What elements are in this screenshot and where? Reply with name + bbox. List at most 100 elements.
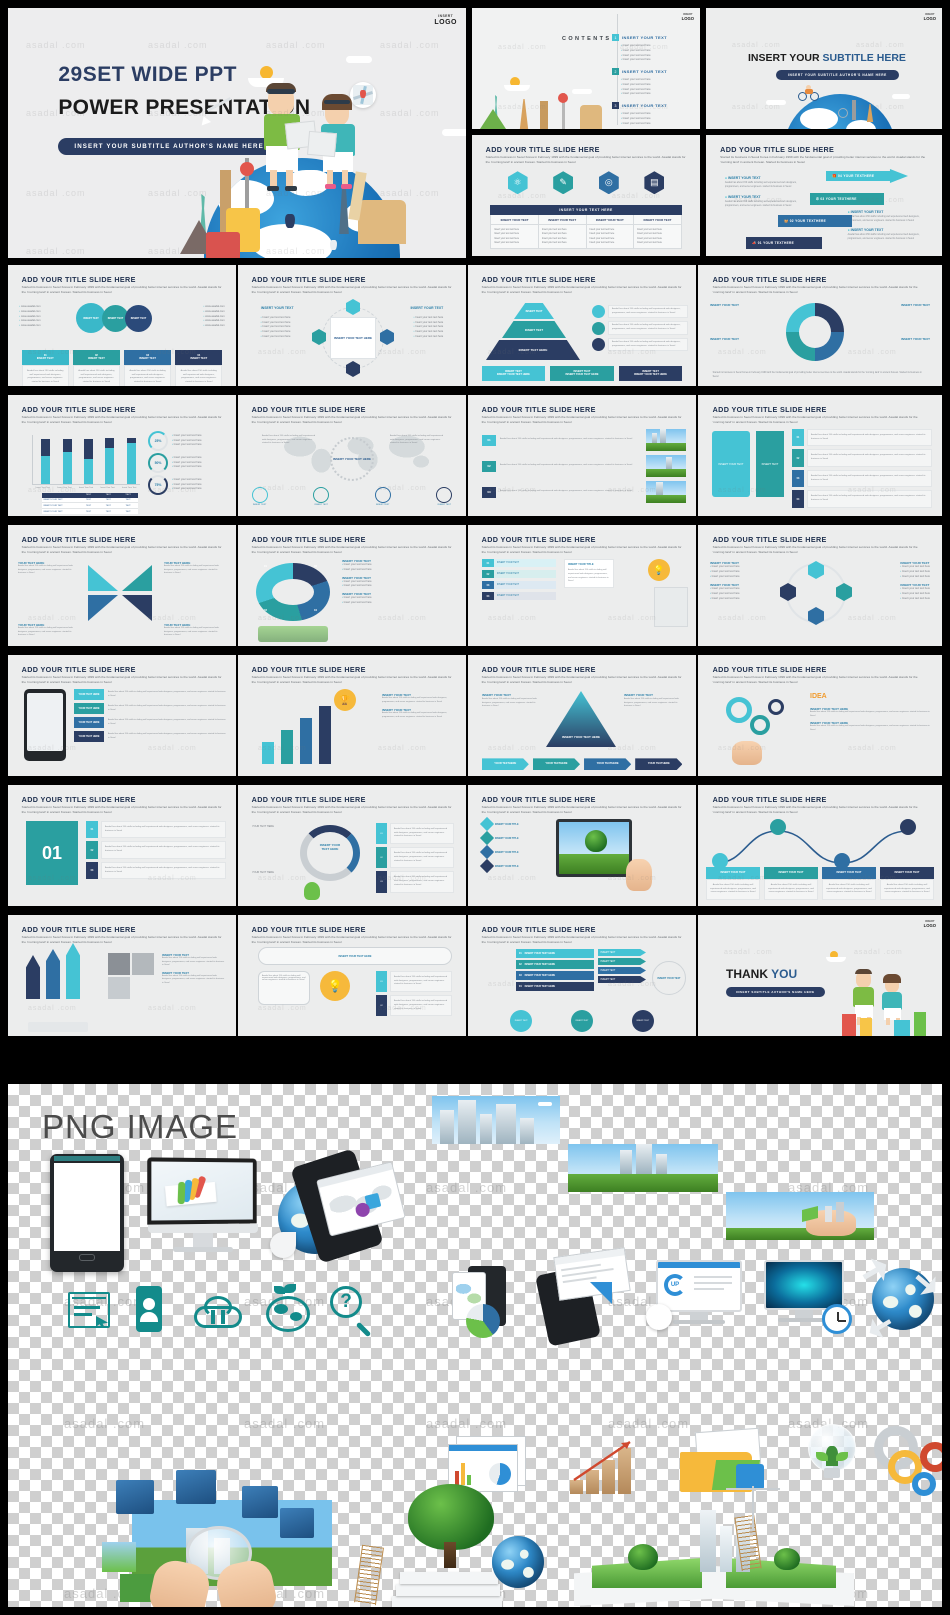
arrow-chip[interactable]: YOUR TEXTHERE (635, 758, 683, 770)
contents-section[interactable]: 2 INSERT YOUR TEXT Insert your text text… (612, 68, 694, 97)
bottom-card[interactable]: INSERT YOUR TEXT Asadal has about 150 sta… (706, 867, 760, 900)
layer-row[interactable]: 01 INSERT YOUR TEXT HERE (516, 949, 594, 958)
arrow-chip[interactable]: YOUR TEXTHERE (481, 758, 529, 770)
top-pill[interactable]: INSERT YOUR TEXT HERE (258, 947, 452, 965)
marker[interactable]: INSERT TEXT (313, 487, 330, 506)
contents-section[interactable]: 3 INSERT YOUR TEXT Insert your text text… (612, 102, 694, 126)
marker[interactable]: INSERT TEXT (436, 487, 453, 506)
big-number-block[interactable]: 01 (26, 821, 78, 885)
feature-row[interactable]: YOUR TEXT HERE Asadal has about 150 staff… (74, 689, 226, 700)
bottom-circle[interactable]: INSERT TEXT (631, 1010, 654, 1032)
flow-node-2[interactable] (770, 819, 786, 835)
slide-wheel-map[interactable]: asadal .com asadal .com ADD YOUR TITLE S… (238, 525, 466, 646)
x-quadrant-tl[interactable] (88, 565, 118, 591)
lock-circle[interactable]: INSERT TEXT (125, 305, 152, 332)
slide-bulb-steps[interactable]: asadal .com asadal .com ADD YOUR TITLE S… (238, 915, 466, 1036)
stair-row[interactable]: 03 Asadal has about 150 staffs including … (86, 861, 226, 880)
card[interactable]: 01 INSERT TEXT Asadal has about 150 staffs… (21, 349, 69, 386)
subtitle-author-button[interactable]: INSERT YOUR SUBTITLE AUTHOR'S NAME HERE (776, 70, 899, 80)
pyramid-level-1[interactable]: INSERT TEXT HERE (486, 340, 580, 360)
tag[interactable]: INSERT TEXT (598, 949, 646, 956)
slide-arrow-steps[interactable]: asadal .com asadal .com ADD YOUR TITLE S… (706, 135, 942, 256)
bulb-hex-icon[interactable]: ◎ (598, 171, 619, 195)
layer-row[interactable]: 03 INSERT YOUR TEXT HERE (516, 971, 594, 980)
book-hex-icon[interactable]: ▤ (644, 171, 665, 195)
step-chip[interactable]: INSERT YOUR TITLE (479, 858, 544, 874)
x-quadrant-tr[interactable] (122, 565, 152, 591)
slide-photo-list[interactable]: asadal .com asadal .com ADD YOUR TITLE S… (468, 395, 696, 516)
link-item[interactable]: www.asadal.com (204, 305, 224, 310)
arrow-chip[interactable]: YOUR TEXTHERE (532, 758, 581, 770)
slide-subtitle[interactable]: asadal .com asadal .com asadal .com asad… (706, 8, 942, 129)
note-box[interactable]: Asadal has about 150 staffs including we… (258, 971, 310, 1005)
center-box[interactable]: INSERT YOUR TEXT HERE (330, 317, 376, 359)
marker[interactable]: INSERT TEXT (251, 487, 268, 506)
pyramid-level-2[interactable]: INSERT TEXT (502, 321, 566, 338)
slide-triangle[interactable]: asadal .com asadal .com ADD YOUR TITLE S… (468, 655, 696, 776)
slide-mobile-list[interactable]: asadal .com asadal .com ADD YOUR TITLE S… (8, 655, 236, 776)
slide-tablet-hand[interactable]: asadal .com asadal .com ADD YOUR TITLE S… (468, 785, 696, 906)
x-quadrant-br[interactable] (122, 595, 152, 621)
link-item[interactable]: www.asadal.com (204, 324, 224, 329)
step-item[interactable]: 03 INSERT YOUR TEXT (482, 581, 556, 589)
feature-row[interactable]: YOUR TEXT HERE Asadal has about 150 staff… (74, 703, 226, 714)
center-ring[interactable]: INSERT YOUR TEXT HERE (330, 437, 374, 481)
slide-cover[interactable]: asadal .com asadal .com asadal .com asad… (8, 8, 466, 258)
row[interactable]: 01 Asadal has about 150 staffs including … (376, 823, 454, 845)
slide-layer-flow[interactable]: asadal .com asadal .com ADD YOUR TITLE S… (468, 915, 696, 1036)
side-panel-2[interactable]: INSERT TEXT (756, 431, 784, 497)
ribbon-row[interactable]: 01 Asadal has about 150 staffs including… (792, 429, 932, 447)
link-item[interactable]: www.asadal.com (19, 305, 40, 310)
slide-bar-chart[interactable]: asadal .com asadal .com ADD YOUR TITLE S… (8, 395, 236, 516)
bottom-circle[interactable]: INSERT TEXT (570, 1010, 593, 1032)
atom-hex-icon[interactable]: ✎ (553, 171, 574, 195)
slide-donut[interactable]: asadal .com asadal .com ADD YOUR TITLE S… (698, 265, 942, 386)
triangle-diagram[interactable]: INSERT YOUR TEXT HERE (546, 691, 616, 747)
slide-thankyou[interactable]: asadal .com asadal .com INSERT LOGO THAN… (698, 915, 942, 1036)
tag[interactable]: INSERT TEXT (598, 967, 646, 974)
bottom-card[interactable]: INSERT YOUR TEXT Asadal has about 150 sta… (822, 867, 876, 900)
card[interactable]: 03 INSERT TEXT Asadal has about 150 staffs… (124, 349, 172, 386)
row[interactable]: 01 Asadal has about 150 staffs including … (376, 971, 452, 993)
arrow-step-01[interactable]: 📣 01 YOUR TEXTHERE (746, 237, 822, 249)
slide-hex-center[interactable]: asadal .com asadal .com ADD YOUR TITLE S… (238, 265, 466, 386)
numbered-row[interactable]: 01 Asadal has about 150 staffs including… (482, 429, 686, 451)
tag[interactable]: INSERT TEXT (598, 958, 646, 965)
ribbon-row[interactable]: 04 Asadal has about 150 staffs including… (792, 490, 932, 508)
right-circle[interactable]: INSERT YOUR TEXT (652, 961, 686, 995)
slide-bar-people[interactable]: asadal .com asadal .com ADD YOUR TITLE S… (238, 655, 466, 776)
arrow-step-04[interactable]: 🎁 04 YOUR TEXTHERE (826, 169, 908, 183)
slide-steps-notes[interactable]: asadal .com asadal .com ADD YOUR TITLE S… (468, 525, 696, 646)
step-chip[interactable]: INSERT YOUR TITLE (479, 844, 544, 860)
cover-subtitle-button[interactable]: INSERT YOUR SUBTITLE AUTHOR'S NAME HERE (58, 138, 280, 155)
contents-section[interactable]: 1 INSERT YOUR TEXT Insert your text text… (612, 34, 694, 63)
bottom-chip[interactable]: INSERT TEXT INSERT YOUR TEXT HERE (618, 365, 683, 381)
step-item[interactable]: 02 INSERT YOUR TEXT (482, 570, 556, 578)
rocket-hex-icon[interactable]: ⚛ (507, 171, 528, 195)
slide-stairs[interactable]: asadal .com asadal .com ADD YOUR TITLE S… (8, 785, 236, 906)
tag[interactable]: INSERT TEXT (598, 976, 646, 983)
slide-bulb-donut[interactable]: asadal .com asadal .com ADD YOUR TITLE S… (238, 785, 466, 906)
thankyou-author-button[interactable]: INSERT SUBTITLE AUTHOR'S NAME HERE (726, 987, 825, 997)
slide-x-diagram[interactable]: asadal .com asadal .com ADD YOUR TITLE S… (8, 525, 236, 646)
marker[interactable]: INSERT TEXT (374, 487, 391, 506)
card[interactable]: 04 INSERT TEXT Asadal has about 150 staffs… (175, 349, 223, 386)
x-quadrant-bl[interactable] (88, 595, 118, 621)
feature-row[interactable]: YOUR TEXT HERE Asadal has about 150 staff… (74, 731, 226, 742)
step-chip[interactable]: INSERT YOUR TITLE (479, 830, 544, 846)
slide-pyramid[interactable]: asadal .com asadal .com ADD YOUR TITLE S… (468, 265, 696, 386)
side-panel[interactable]: INSERT YOUR TEXT (712, 431, 750, 497)
row[interactable]: 02 Asadal has about 150 staffs including … (376, 995, 452, 1017)
bottom-card[interactable]: INSERT YOUR TEXT Asadal has about 150 sta… (880, 867, 934, 900)
arrow-step-02[interactable]: 🧺 02 YOUR TEXTHERE (778, 215, 852, 227)
slide-world-map[interactable]: asadal .com asadal .com ADD YOUR TITLE S… (238, 395, 466, 516)
ribbon-row[interactable]: 02 Asadal has about 150 staffs including… (792, 449, 932, 467)
row[interactable]: 03 Asadal has about 150 staffs including … (376, 871, 454, 893)
slide-puzzle-key[interactable]: asadal .com asadal .com ADD YOUR TITLE S… (8, 915, 236, 1036)
flow-node-4[interactable] (900, 819, 916, 835)
link-item[interactable]: www.asadal.com (19, 324, 40, 329)
step-item[interactable]: 04 INSERT YOUR TEXT (482, 592, 556, 600)
slide-contents[interactable]: asadal .com asadal .com asadal .com asad… (472, 8, 700, 129)
slide-curve-flow[interactable]: asadal .com asadal .com ADD YOUR TITLE S… (698, 785, 942, 906)
card[interactable]: 02 INSERT TEXT Asadal has about 150 staffs… (72, 349, 121, 386)
